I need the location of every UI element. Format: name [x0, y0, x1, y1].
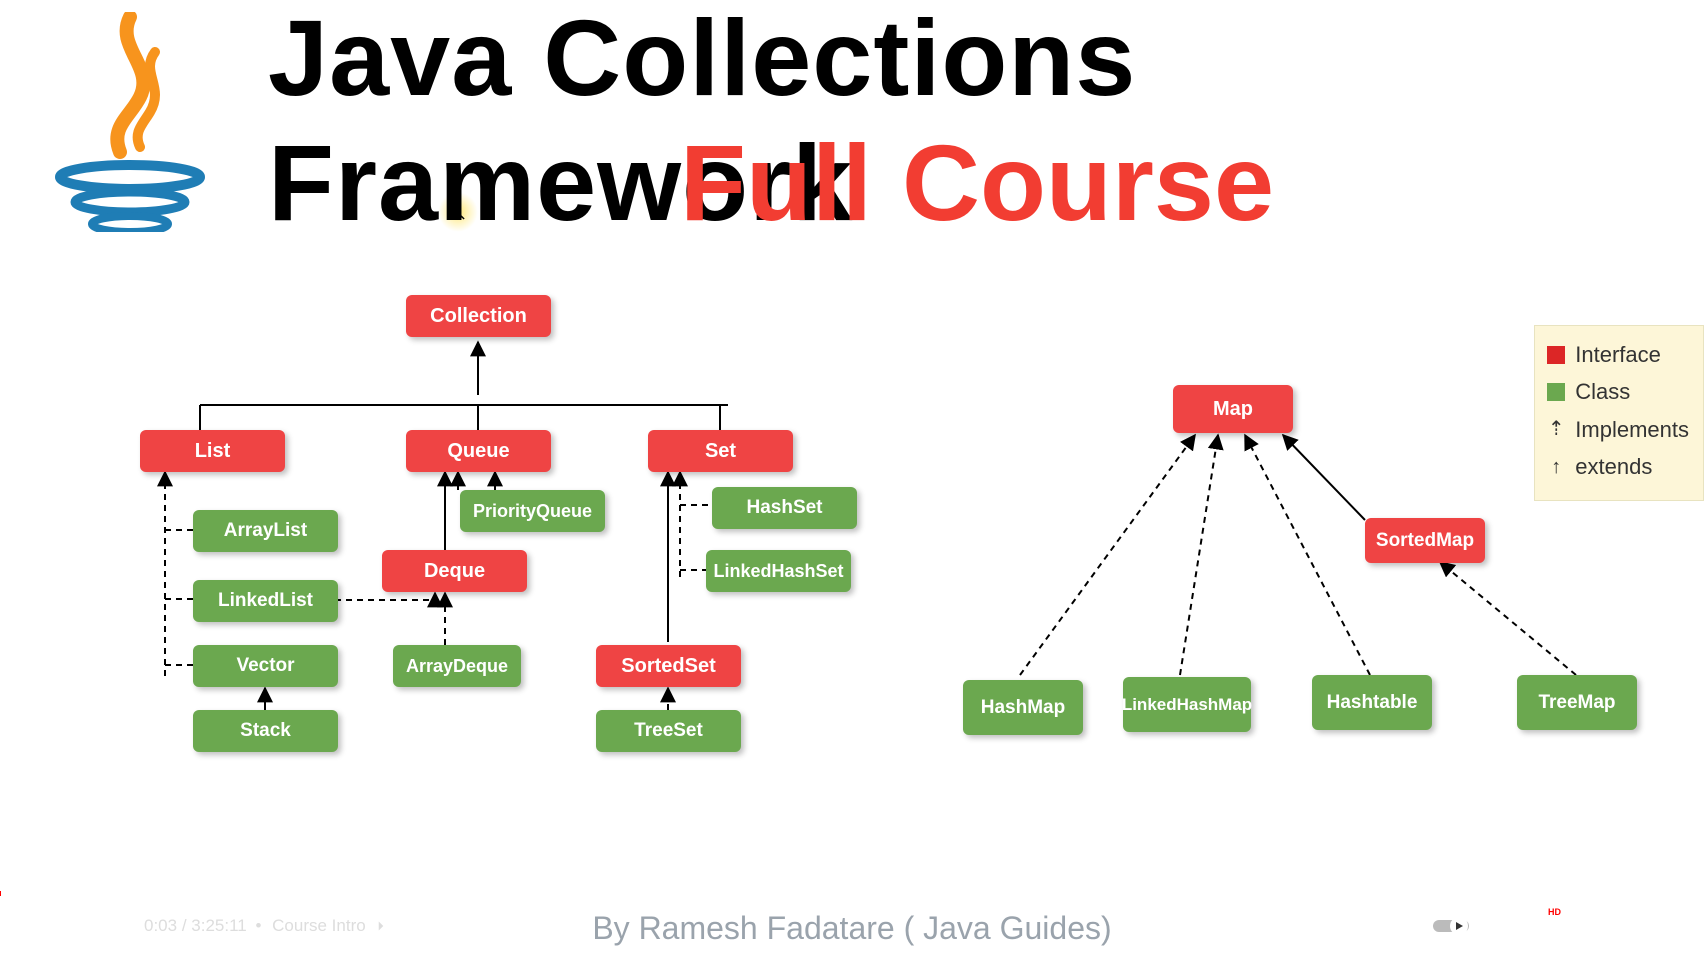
node-hashtable: Hashtable — [1312, 675, 1432, 730]
node-linkedhashmap: LinkedHashMap — [1123, 677, 1251, 732]
legend: Interface Class ⇡ Implements ↑ extends — [1534, 325, 1704, 501]
time-total: 3:25:11 — [191, 916, 246, 935]
miniplayer-button[interactable] — [1566, 903, 1612, 949]
legend-class-label: Class — [1575, 373, 1630, 410]
node-hashset: HashSet — [712, 487, 857, 529]
chapter-label: Course Intro — [272, 916, 366, 936]
fullscreen-button[interactable] — [1658, 903, 1704, 949]
legend-interface-label: Interface — [1575, 336, 1661, 373]
node-linkedhashset: LinkedHashSet — [706, 550, 851, 592]
chevron-right-icon — [372, 917, 390, 935]
legend-implements-icon: ⇡ — [1547, 412, 1565, 446]
settings-button[interactable]: HD — [1520, 903, 1566, 949]
node-collection: Collection — [406, 295, 551, 337]
captions-button[interactable] — [1474, 903, 1520, 949]
node-arraylist: ArrayList — [193, 510, 338, 552]
time-display: 0:03 / 3:25:11 — [144, 916, 247, 936]
node-arraydeque: ArrayDeque — [393, 645, 521, 687]
theater-button[interactable] — [1612, 903, 1658, 949]
play-button[interactable] — [0, 903, 46, 949]
slide-title-2: Full Course — [680, 120, 1274, 245]
node-sortedmap: SortedMap — [1365, 518, 1485, 563]
legend-class-swatch — [1547, 383, 1565, 401]
java-logo-icon — [45, 12, 215, 237]
node-list: List — [140, 430, 285, 472]
video-controls: 0:03 / 3:25:11 • Course Intro HD — [0, 899, 1704, 953]
legend-extends-label: extends — [1575, 448, 1652, 485]
time-current: 0:03 — [144, 916, 177, 935]
next-button[interactable] — [46, 903, 92, 949]
node-vector: Vector — [193, 645, 338, 687]
chapter-button[interactable]: • Course Intro — [251, 916, 390, 936]
node-priorityqueue: PriorityQueue — [460, 490, 605, 532]
progress-bar[interactable] — [0, 891, 1704, 896]
node-set: Set — [648, 430, 793, 472]
node-linkedlist: LinkedList — [193, 580, 338, 622]
volume-button[interactable] — [92, 903, 138, 949]
legend-extends-icon: ↑ — [1547, 450, 1565, 484]
video-frame: ↖ Java Collections Framework Full Course — [0, 0, 1704, 958]
node-queue: Queue — [406, 430, 551, 472]
node-deque: Deque — [382, 550, 527, 592]
node-treemap: TreeMap — [1517, 675, 1637, 730]
legend-interface-swatch — [1547, 346, 1565, 364]
node-stack: Stack — [193, 710, 338, 752]
legend-implements-label: Implements — [1575, 411, 1689, 448]
node-map: Map — [1173, 385, 1293, 433]
node-hashmap: HashMap — [963, 680, 1083, 735]
autoplay-toggle[interactable] — [1428, 903, 1474, 949]
node-sortedset: SortedSet — [596, 645, 741, 687]
node-treeset: TreeSet — [596, 710, 741, 752]
quality-badge: HD — [1548, 907, 1561, 917]
